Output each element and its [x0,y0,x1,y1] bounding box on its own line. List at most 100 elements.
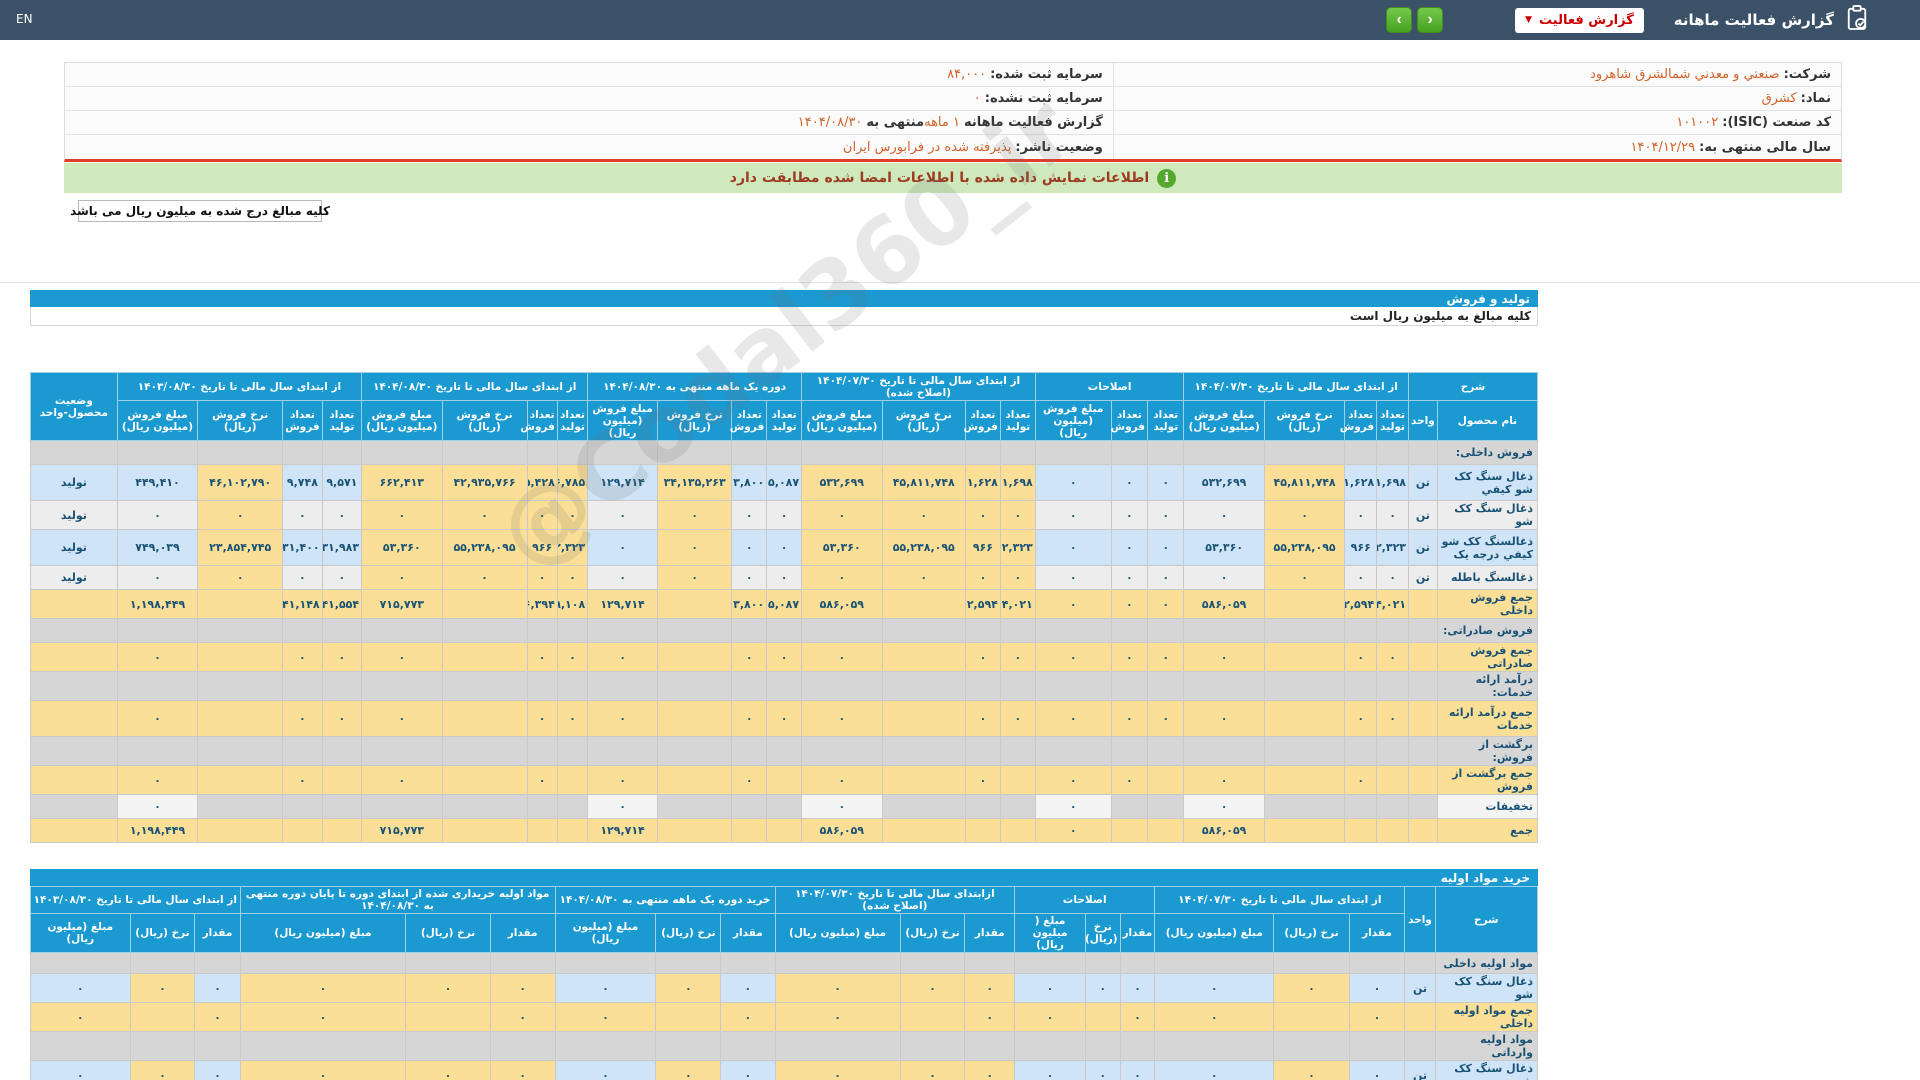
value-cell [1405,1032,1435,1061]
prev-report-button[interactable]: ‹ [1417,7,1443,33]
value-cell [362,795,442,819]
column-header: تعداد تولید [767,401,802,441]
value-cell: ۰ [31,1061,131,1080]
column-header: نرخ فروش (ریال) [1264,401,1344,441]
value-cell: ۰ [721,1003,775,1032]
value-cell: ۰ [198,566,283,590]
row-label-cell: درآمد ارائه خدمات: [1437,672,1537,701]
value-cell: ۰ [1120,1003,1155,1032]
value-cell: ۰ [490,974,555,1003]
value-cell: ۰ [1184,643,1264,672]
value-cell: ۵۸۶,۰۵۹ [1184,590,1264,619]
column-header: نرخ (ریال) [1085,914,1120,953]
column-group-header: اصلاحات [1015,887,1155,914]
value-cell: ۰ [362,501,442,530]
value-cell [1035,737,1111,766]
value-cell [1085,1003,1120,1032]
row-label-cell: ذغال سنگ کک شو [1435,974,1537,1003]
value-cell [1409,672,1438,701]
value-cell: ۰ [1155,1061,1274,1080]
value-cell: ۰ [588,701,658,737]
total-row: جمع فروش صادراتی۰۰۰۰۰۰۰۰۰۰۰۰۰۰۰۰۰۰ [31,643,1538,672]
value-cell [882,795,965,819]
column-header: نرخ فروش (ریال) [442,401,527,441]
column-header: مقدار [721,914,775,953]
value-cell: ۳,۸۰۰ [732,590,767,619]
value-cell: ۰ [657,530,731,566]
value-cell [1000,672,1035,701]
value-cell [721,953,775,974]
value-cell [406,1032,490,1061]
value-cell: ۰ [1085,974,1120,1003]
value-cell [1000,795,1035,819]
value-cell [965,441,1000,465]
value-cell: ۰ [1035,465,1111,501]
report-type-dropdown[interactable]: گزارش فعالیت ▼ [1515,8,1644,33]
value-cell: ۰ [527,501,557,530]
value-cell [1000,819,1035,843]
value-cell: ۹۶۶ [1345,530,1377,566]
value-cell [1111,619,1147,643]
column-group-header: از ابتدای سال مالی تا تاریخ ۱۴۰۳/۰۸/۳۰ [31,887,241,914]
value-cell [442,441,527,465]
value-cell: ۰ [588,795,658,819]
value-cell: ۵,۰۸۷ [767,465,802,501]
value-cell: ۵۸۶,۰۵۹ [802,819,882,843]
column-header: مقدار [1120,914,1155,953]
language-switch[interactable]: EN [16,12,33,26]
row-label-cell: ذغالسنگ کک شو کیفي درجه یک [1437,530,1537,566]
value-cell: ۰ [195,1061,240,1080]
column-header: تعداد تولید [557,401,587,441]
value-cell: ۶۶۲,۴۱۳ [362,465,442,501]
table-row: ذغالسنگ کک شو کیفي درجه یکتن۲,۳۲۳۹۶۶۵۵,۲… [31,530,1538,566]
value-cell: ۰ [195,1003,240,1032]
value-cell [767,441,802,465]
value-cell: ۰ [1264,501,1344,530]
value-cell: ۰ [732,766,767,795]
value-cell: ۰ [1111,465,1147,501]
value-cell: ۰ [588,643,658,672]
value-cell: ۰ [1035,501,1111,530]
value-cell: ۴۵,۸۱۱,۷۴۸ [882,465,965,501]
value-cell: ۰ [1184,566,1264,590]
value-cell: ۰ [1035,590,1111,619]
value-cell: ۰ [656,1061,721,1080]
value-cell [900,953,965,974]
value-cell: ۰ [1111,566,1147,590]
info-value: صنعتي و معدني شمالشرق شاهرود [1590,67,1783,82]
value-cell [1409,619,1438,643]
value-cell [1274,1032,1349,1061]
value-cell [882,819,965,843]
value-cell [198,619,283,643]
value-cell [767,672,802,701]
value-cell: ۰ [1120,1061,1155,1080]
value-cell [1264,672,1344,701]
value-cell [31,819,118,843]
value-cell: تن [1405,1061,1435,1080]
value-cell: ۰ [1000,701,1035,737]
value-cell [322,672,361,701]
value-cell [1155,953,1274,974]
section-bar-raw-materials: خرید مواد اولیه [30,869,1538,886]
value-cell [1015,1032,1086,1061]
value-cell [1184,441,1264,465]
value-cell [1148,441,1184,465]
table-row: ذغال سنگ کک شو کیفيتن۱۱,۶۹۸۱۱,۶۲۸۴۵,۸۱۱,… [31,465,1538,501]
value-cell [732,441,767,465]
value-cell: ۰ [732,701,767,737]
company-info-table: شرکت: صنعتي و معدني شمالشرق شاهرودسرمایه… [64,62,1842,162]
value-cell [1155,1032,1274,1061]
value-cell [965,795,1000,819]
value-cell [527,619,557,643]
value-cell: ۰ [965,1003,1015,1032]
row-label-cell: تخفیفات [1437,795,1537,819]
row-label-cell: ذغال سنگ کک شو [1435,1061,1537,1080]
value-cell: ۰ [490,1003,555,1032]
next-report-button[interactable]: › [1386,7,1412,33]
value-cell [732,619,767,643]
value-cell [1264,590,1344,619]
value-cell: ۱۹,۱۰۸ [557,590,587,619]
column-group-header: از ابتدای سال مالی تا تاریخ ۱۴۰۴/۰۷/۳۰ [1184,373,1409,401]
value-cell: ۱۵,۴۲۸ [527,465,557,501]
value-cell: ۵۵,۲۳۸,۰۹۵ [1264,530,1344,566]
